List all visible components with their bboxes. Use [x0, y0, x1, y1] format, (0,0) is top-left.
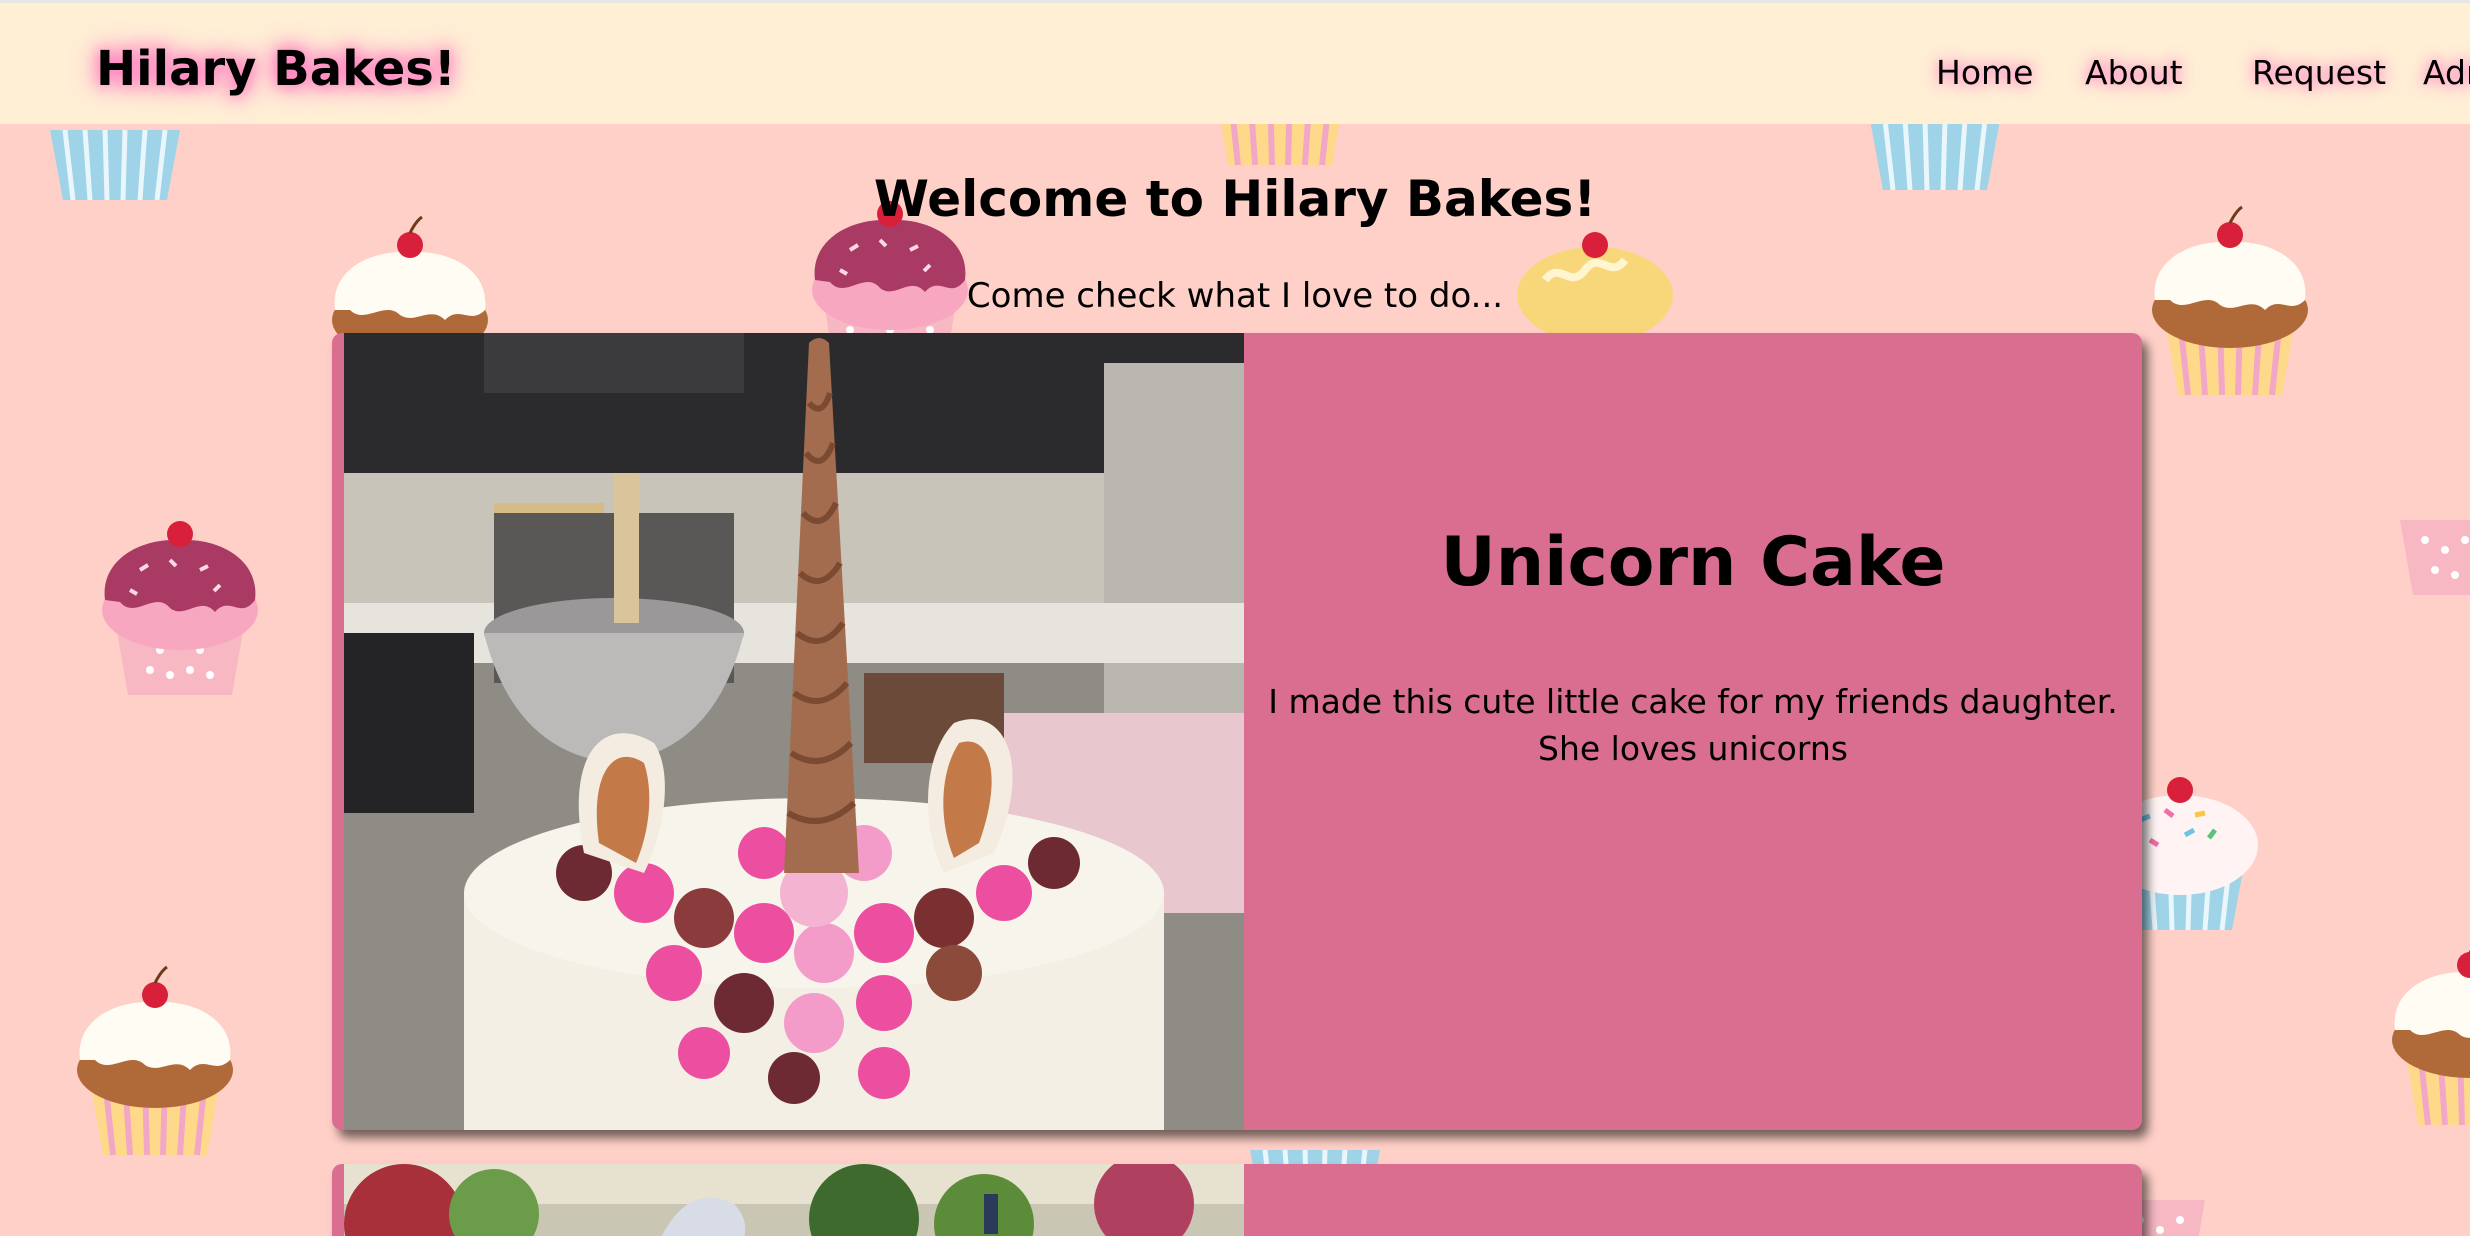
nav-link-about[interactable]: About: [2085, 53, 2183, 92]
nav-link-home[interactable]: Home: [1936, 53, 2033, 92]
page-subtitle: Come check what I love to do...: [966, 276, 1504, 316]
card-body: [1244, 1164, 2142, 1236]
site-brand[interactable]: Hilary Bakes!: [96, 41, 456, 97]
garden-cake-photo: [344, 1164, 1244, 1236]
card-body: Unicorn Cake I made this cute little cak…: [1244, 333, 2142, 1130]
unicorn-cake-photo: [344, 333, 1244, 1130]
nav-links: Home About Request Admin: [1770, 53, 2470, 103]
bake-card: Unicorn Cake I made this cute little cak…: [332, 333, 2142, 1130]
nav-link-admin[interactable]: Admin: [2423, 53, 2470, 92]
top-navbar: Hilary Bakes! Home About Request Admin: [0, 0, 2470, 124]
nav-link-request[interactable]: Request: [2252, 53, 2386, 92]
page-title: Welcome to Hilary Bakes!: [873, 170, 1597, 228]
card-description: I made this cute little cake for my frie…: [1268, 682, 2118, 768]
card-title: Unicorn Cake: [1440, 523, 1946, 602]
bake-card: [332, 1164, 2142, 1236]
